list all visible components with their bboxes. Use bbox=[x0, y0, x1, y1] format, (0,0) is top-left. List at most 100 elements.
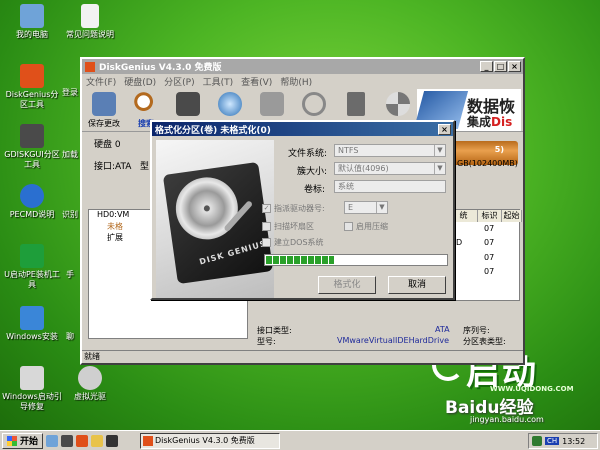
start-button[interactable]: 开始 bbox=[2, 432, 44, 449]
quicklaunch-folder-icon[interactable] bbox=[91, 434, 104, 447]
chevron-down-icon: ▼ bbox=[434, 163, 445, 174]
format-progress-bar bbox=[264, 254, 448, 266]
info-value: VMwareVirtualIDEHardDrive bbox=[337, 336, 450, 345]
desktop-icon-my-computer[interactable]: 我的电脑 bbox=[2, 4, 62, 40]
cancel-button[interactable]: 取消 bbox=[388, 276, 446, 294]
scan-bad-sectors-checkbox[interactable]: 扫描坏扇区 bbox=[262, 221, 314, 232]
desktop-icon-label: Windows启动引导修复 bbox=[2, 392, 62, 411]
filesystem-label: 文件系统: bbox=[288, 149, 328, 159]
hard-drive-illustration: DISK GENIUS bbox=[156, 140, 274, 298]
desktop-icon-faq[interactable]: 常见问题说明 bbox=[60, 4, 120, 40]
format-button[interactable]: 格式化 bbox=[318, 276, 376, 294]
chevron-down-icon: ▼ bbox=[376, 202, 387, 213]
clock[interactable]: 13:52 bbox=[562, 437, 585, 446]
cd-drive-icon bbox=[78, 366, 102, 390]
save-changes-button[interactable]: 保存更改 bbox=[86, 90, 122, 129]
window-titlebar[interactable]: DiskGenius V4.3.0 免费版 _ □ × bbox=[82, 59, 523, 74]
document-icon bbox=[81, 4, 99, 28]
dialog-titlebar[interactable]: 格式化分区(卷) 未格式化(0) × bbox=[152, 122, 453, 136]
start-label: 开始 bbox=[20, 437, 39, 447]
backup-icon bbox=[176, 92, 200, 116]
desktop-icon-label: 登录 bbox=[62, 88, 78, 97]
desktop-icon-virtual-drive[interactable]: 虚拟光驱 bbox=[60, 366, 120, 402]
system-tray: CH 13:52 bbox=[528, 433, 598, 449]
table-cell: 07 bbox=[484, 267, 495, 276]
dialog-title: 格式化分区(卷) 未格式化(0) bbox=[155, 125, 271, 136]
menu-view[interactable]: 查看(V) bbox=[241, 75, 272, 88]
desktop-icon-gdiskgui[interactable]: GDISKGUI分区工具 bbox=[2, 124, 62, 170]
quicklaunch-console-icon[interactable] bbox=[106, 434, 119, 447]
checkbox-box: ✓ bbox=[262, 204, 271, 213]
interface-label: 接口:ATA bbox=[94, 162, 132, 172]
disk-capacity: GB(102400MB) bbox=[457, 159, 518, 168]
col-header-start[interactable]: 起始 bbox=[502, 210, 522, 222]
partition-badge: 5) bbox=[494, 145, 504, 154]
windows-install-icon bbox=[20, 306, 44, 330]
assign-drive-letter-checkbox[interactable]: ✓ 指派驱动器号: bbox=[262, 203, 325, 214]
boot-repair-icon bbox=[20, 366, 44, 390]
taskbar-diskgenius-task[interactable]: DiskGenius V4.3.0 免费版 bbox=[140, 433, 280, 449]
desktop-icon-label: 加载 bbox=[62, 150, 78, 159]
taskbar: 开始 DiskGenius V4.3.0 免费版 CH 13:52 bbox=[0, 430, 600, 450]
drive-letter-select[interactable]: E ▼ bbox=[344, 201, 388, 214]
printer-icon bbox=[260, 92, 284, 116]
create-dos-checkbox[interactable]: 建立DOS系统 bbox=[262, 237, 324, 248]
promo-line2-red: Dis bbox=[491, 115, 513, 129]
task-label: DiskGenius V4.3.0 免费版 bbox=[155, 436, 255, 445]
save-icon bbox=[92, 92, 116, 116]
enable-compression-checkbox[interactable]: 启用压缩 bbox=[344, 221, 388, 232]
checkbox-box bbox=[262, 238, 271, 247]
desktop-icon-diskgenius[interactable]: DiskGenius分区工具 bbox=[2, 64, 62, 110]
col-header-id[interactable]: 标识 bbox=[478, 210, 502, 222]
info-key: 分区表类型: bbox=[463, 337, 506, 346]
table-cell: 07 bbox=[484, 224, 495, 233]
menu-help[interactable]: 帮助(H) bbox=[280, 75, 312, 88]
installer-icon bbox=[20, 244, 44, 268]
menu-disk[interactable]: 硬盘(D) bbox=[124, 75, 156, 88]
disk-info-panel: 接口类型: ATA 序列号: 型号: VMwareVirtualIDEHardD… bbox=[253, 323, 520, 349]
trash-icon bbox=[347, 92, 365, 116]
close-button[interactable]: × bbox=[508, 61, 521, 72]
cluster-size-select[interactable]: 默认值(4096) ▼ bbox=[334, 162, 446, 175]
delete-icon bbox=[302, 92, 326, 116]
format-dialog: 格式化分区(卷) 未格式化(0) × DISK GENIUS 文件系统: NTF… bbox=[150, 120, 455, 300]
disk-label: 硬盘 0 bbox=[94, 140, 121, 150]
table-cell: 07 bbox=[484, 253, 495, 262]
volume-label-input[interactable]: 系统 bbox=[334, 180, 446, 193]
app-icon bbox=[85, 61, 95, 72]
diskgenius-task-icon bbox=[143, 436, 153, 446]
network-icon[interactable] bbox=[532, 436, 542, 446]
volume-label-label: 卷标: bbox=[304, 185, 326, 195]
menu-bar: 文件(F) 硬盘(D) 分区(P) 工具(T) 查看(V) 帮助(H) bbox=[82, 74, 523, 88]
desktop-icon-label: 聊 bbox=[66, 332, 74, 341]
disk-icon bbox=[218, 92, 242, 116]
checkbox-box bbox=[262, 222, 271, 231]
spindle-icon bbox=[201, 202, 213, 215]
desktop-icon-label: 虚拟光驱 bbox=[74, 392, 106, 401]
quicklaunch-diskgenius-icon[interactable] bbox=[76, 434, 89, 447]
menu-file[interactable]: 文件(F) bbox=[86, 75, 116, 88]
table-cell: 07 bbox=[484, 238, 495, 247]
quicklaunch-tool-icon[interactable] bbox=[61, 434, 74, 447]
quicklaunch-computer-icon[interactable] bbox=[46, 434, 59, 447]
desktop-icon-label: 手 bbox=[66, 270, 74, 279]
info-key: 型号: bbox=[257, 337, 276, 346]
model-label: 型 bbox=[140, 162, 150, 172]
minimize-button[interactable]: _ bbox=[480, 61, 493, 72]
menu-tools[interactable]: 工具(T) bbox=[203, 75, 234, 88]
filesystem-select[interactable]: NTFS ▼ bbox=[334, 144, 446, 157]
logo-url: WWW.UQIDONG.COM bbox=[490, 385, 574, 393]
dialog-close-button[interactable]: × bbox=[438, 123, 451, 135]
windows-flag-icon bbox=[7, 435, 17, 446]
ime-indicator[interactable]: CH bbox=[545, 437, 560, 445]
status-bar: 就绪 bbox=[82, 350, 523, 363]
maximize-button[interactable]: □ bbox=[494, 61, 507, 72]
desktop-icon-boot-repair[interactable]: Windows启动引导修复 bbox=[2, 366, 62, 412]
promo-line2-pre: 集成 bbox=[467, 115, 492, 129]
computer-icon bbox=[20, 4, 44, 28]
platter-icon bbox=[171, 173, 242, 244]
window-title: DiskGenius V4.3.0 免费版 bbox=[99, 63, 222, 73]
menu-partition[interactable]: 分区(P) bbox=[164, 75, 194, 88]
desktop-icon-label: PECMD说明 bbox=[9, 210, 55, 219]
desktop-icon-uqidong-installer[interactable]: U启动PE装机工具 bbox=[2, 244, 62, 290]
